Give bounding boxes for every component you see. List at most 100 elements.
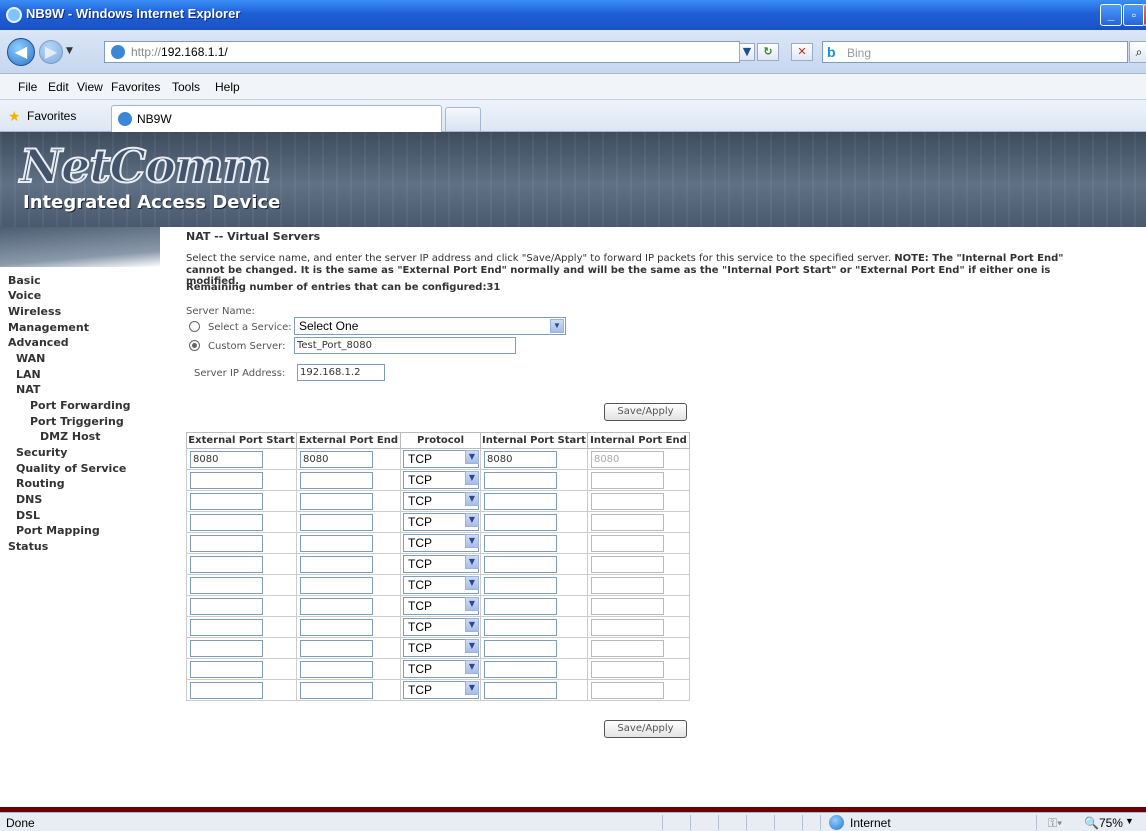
external-port-end-input[interactable] <box>300 618 373 636</box>
custom-server-input[interactable]: Test_Port_8080 <box>294 337 516 354</box>
internal-port-start-input[interactable] <box>484 681 557 699</box>
sidebar-item-qos[interactable]: Quality of Service <box>16 462 126 475</box>
sidebar-item-voice[interactable]: Voice <box>8 289 41 302</box>
external-port-end-input[interactable] <box>300 555 373 573</box>
external-port-start-input[interactable] <box>190 534 263 552</box>
internal-port-end-input[interactable] <box>590 471 664 489</box>
stop-button[interactable]: ✕ <box>791 43 813 61</box>
internal-port-end-input[interactable] <box>590 597 664 615</box>
internal-port-start-input[interactable] <box>484 639 557 657</box>
internal-port-start-input[interactable] <box>484 534 557 552</box>
sidebar-item-port-forwarding[interactable]: Port Forwarding <box>30 399 131 412</box>
save-apply-button-bottom[interactable]: Save/Apply <box>604 720 687 738</box>
menu-favorites[interactable]: Favorites <box>111 80 160 94</box>
external-port-start-input[interactable] <box>190 660 263 678</box>
minimize-button[interactable]: _ <box>1100 4 1122 26</box>
maximize-button[interactable]: ▫ <box>1123 4 1145 26</box>
internal-port-start-input[interactable] <box>484 471 557 489</box>
forward-button[interactable]: ▶ <box>39 40 63 64</box>
external-port-start-input[interactable] <box>190 555 263 573</box>
internal-port-start-input[interactable] <box>484 513 557 531</box>
sidebar-item-dns[interactable]: DNS <box>16 493 42 506</box>
internal-port-end-input[interactable] <box>590 660 664 678</box>
zoom-dropdown-icon[interactable]: ▼ <box>1125 816 1134 826</box>
external-port-end-input[interactable] <box>300 471 373 489</box>
select-service-radio[interactable] <box>189 321 200 332</box>
external-port-start-input[interactable] <box>190 618 263 636</box>
external-port-end-input[interactable] <box>300 639 373 657</box>
table-row: TCP ▼ <box>186 574 690 596</box>
service-select[interactable]: Select One ▼ <box>294 317 566 335</box>
external-port-start-input[interactable] <box>190 471 263 489</box>
col-protocol: Protocol <box>400 432 481 449</box>
save-apply-button-top[interactable]: Save/Apply <box>604 403 687 421</box>
sidebar-item-port-triggering[interactable]: Port Triggering <box>30 415 124 428</box>
internal-port-end-input[interactable] <box>590 492 664 510</box>
sidebar-item-advanced[interactable]: Advanced <box>8 336 69 349</box>
external-port-start-input[interactable] <box>190 597 263 615</box>
new-tab-button[interactable] <box>445 107 481 131</box>
internal-port-end-input[interactable] <box>590 534 664 552</box>
internal-port-start-input[interactable] <box>484 555 557 573</box>
external-port-start-input[interactable] <box>190 492 263 510</box>
back-button[interactable]: ◀ <box>7 38 35 66</box>
menu-help[interactable]: Help <box>215 80 240 94</box>
protected-mode-icon[interactable]: ⚿▾ <box>1048 816 1062 831</box>
sidebar-item-management[interactable]: Management <box>8 321 89 334</box>
external-port-start-input[interactable] <box>190 681 263 699</box>
sidebar-item-dsl[interactable]: DSL <box>16 509 40 522</box>
internal-port-end-input[interactable] <box>590 576 664 594</box>
custom-server-radio[interactable] <box>189 340 200 351</box>
menu-view[interactable]: View <box>77 80 103 94</box>
sidebar-item-security[interactable]: Security <box>16 446 67 459</box>
internal-port-start-input[interactable] <box>484 576 557 594</box>
internal-port-start-input[interactable] <box>484 597 557 615</box>
menu-tools[interactable]: Tools <box>172 80 200 94</box>
internal-port-end-input[interactable]: 8080 <box>590 450 664 468</box>
search-input[interactable]: b Bing <box>822 41 1128 63</box>
address-dropdown-button[interactable]: ▼ <box>739 43 755 61</box>
address-input[interactable]: http://192.168.1.1/ <box>104 41 740 63</box>
internal-port-start-input[interactable] <box>484 492 557 510</box>
sidebar-item-port-mapping[interactable]: Port Mapping <box>16 524 100 537</box>
internal-port-end-input[interactable] <box>590 681 664 699</box>
sidebar-item-wan[interactable]: WAN <box>16 352 45 365</box>
menu-file[interactable]: File <box>18 80 37 94</box>
refresh-button[interactable]: ↻ <box>757 43 779 61</box>
favorites-button[interactable]: Favorites <box>27 109 76 123</box>
internal-port-start-input[interactable] <box>484 660 557 678</box>
external-port-end-input[interactable]: 8080 <box>300 450 373 468</box>
sidebar-item-nat[interactable]: NAT <box>16 383 40 396</box>
internal-port-end-input[interactable] <box>590 513 664 531</box>
internal-port-end-input[interactable] <box>590 618 664 636</box>
sidebar-item-status[interactable]: Status <box>8 540 48 553</box>
search-icon[interactable]: ⌕ <box>1129 41 1146 63</box>
internal-port-start-input[interactable]: 8080 <box>484 450 557 468</box>
external-port-end-input[interactable] <box>300 681 373 699</box>
external-port-end-input[interactable] <box>300 576 373 594</box>
menu-edit[interactable]: Edit <box>48 80 69 94</box>
favorites-star-icon[interactable]: ★ <box>8 108 21 125</box>
internal-port-end-input[interactable] <box>590 555 664 573</box>
external-port-end-input[interactable] <box>300 534 373 552</box>
external-port-end-input[interactable] <box>300 513 373 531</box>
recent-pages-dropdown-icon[interactable]: ▼ <box>66 46 73 56</box>
sidebar-item-wireless[interactable]: Wireless <box>8 305 61 318</box>
sidebar-item-routing[interactable]: Routing <box>16 477 65 490</box>
internal-port-end-input[interactable] <box>590 639 664 657</box>
server-ip-input[interactable]: 192.168.1.2 <box>297 364 385 381</box>
external-port-start-input[interactable] <box>190 639 263 657</box>
sidebar-item-basic[interactable]: Basic <box>8 274 41 287</box>
external-port-end-input[interactable] <box>300 660 373 678</box>
protocol-value: TCP <box>408 494 432 508</box>
sidebar-item-lan[interactable]: LAN <box>16 368 41 381</box>
external-port-end-input[interactable] <box>300 492 373 510</box>
external-port-start-input[interactable] <box>190 513 263 531</box>
external-port-start-input[interactable]: 8080 <box>190 450 263 468</box>
internal-port-start-input[interactable] <box>484 618 557 636</box>
tab-nb9w[interactable]: NB9W <box>111 105 442 132</box>
zoom-level[interactable]: 🔍75% <box>1084 816 1123 830</box>
external-port-end-input[interactable] <box>300 597 373 615</box>
sidebar-item-dmz-host[interactable]: DMZ Host <box>40 430 100 443</box>
external-port-start-input[interactable] <box>190 576 263 594</box>
